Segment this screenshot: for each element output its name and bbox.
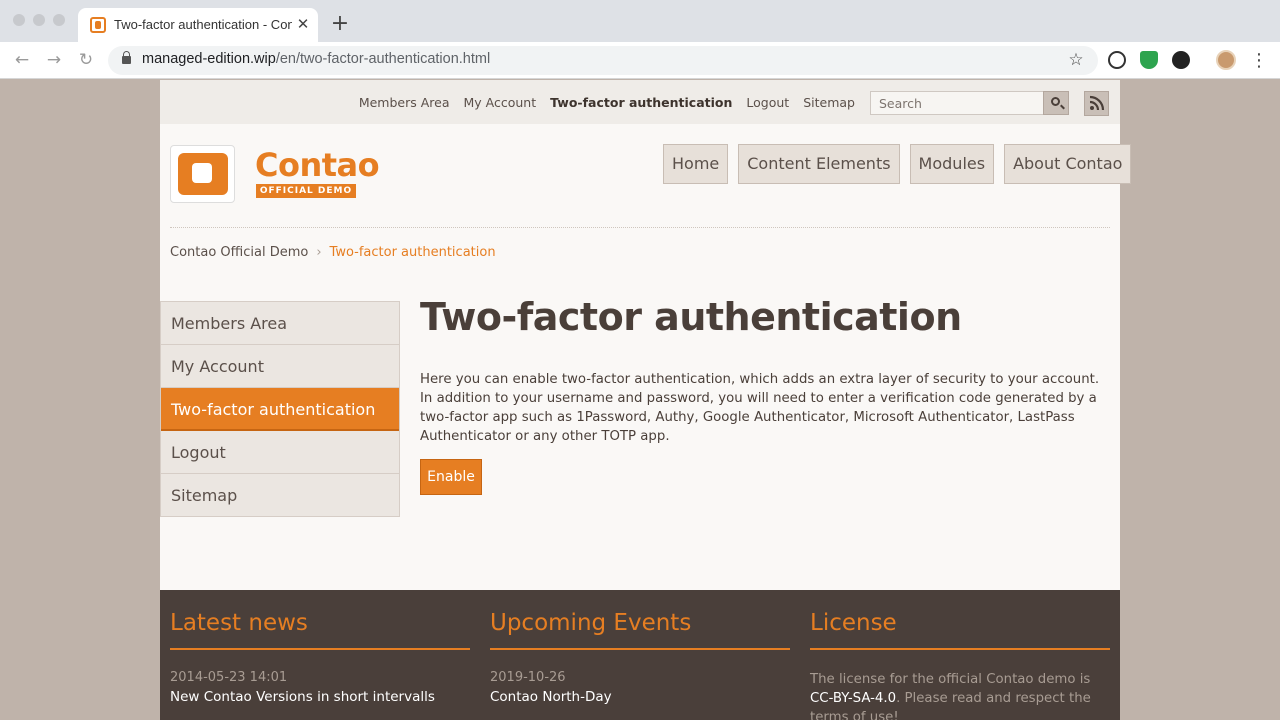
nav-modules[interactable]: Modules <box>909 144 995 184</box>
breadcrumb-current: Two-factor authentication <box>329 245 496 260</box>
top-link-my-account[interactable]: My Account <box>463 95 536 110</box>
browser-tab-bar: Two-factor authentication - Contao Offic… <box>0 0 1280 42</box>
event-title-link[interactable]: Contao North-Day <box>490 689 612 705</box>
url-path: /en/two-factor-authentication.html <box>275 51 491 67</box>
footer: Latest news 2014-05-23 14:01 New Contao … <box>160 590 1120 720</box>
breadcrumb-root[interactable]: Contao Official Demo <box>170 245 308 260</box>
search-icon <box>1051 97 1060 106</box>
description-text: Here you can enable two-factor authentic… <box>420 372 1100 444</box>
breadcrumb: Contao Official Demo › Two-factor authen… <box>170 245 496 260</box>
contao-favicon-icon <box>90 17 106 33</box>
password-manager-extension-icon[interactable] <box>1108 51 1126 69</box>
forward-icon[interactable]: → <box>42 48 66 72</box>
window-close-control[interactable] <box>13 14 25 26</box>
main-navigation: Home Content Elements Modules About Cont… <box>663 144 1132 184</box>
top-links: Members Area My Account Two-factor authe… <box>359 95 855 110</box>
side-navigation: Members Area My Account Two-factor authe… <box>160 301 400 517</box>
bookmark-star-icon[interactable]: ☆ <box>1066 49 1086 71</box>
top-link-members-area[interactable]: Members Area <box>359 95 450 110</box>
url-text[interactable]: managed-edition.wip/en/two-factor-authen… <box>142 51 490 67</box>
sidebar-item-two-factor[interactable]: Two-factor authentication <box>161 388 399 431</box>
browser-menu-icon[interactable]: ⋮ <box>1250 49 1268 73</box>
address-bar[interactable]: managed-edition.wip/en/two-factor-authen… <box>108 46 1098 75</box>
fire-extension-icon[interactable] <box>1172 51 1190 69</box>
lock-icon <box>122 51 131 64</box>
browser-tab[interactable]: Two-factor authentication - Contao Offic… <box>78 8 318 42</box>
top-link-two-factor[interactable]: Two-factor authentication <box>550 95 732 110</box>
footer-news-heading: Latest news <box>170 610 470 650</box>
search-input[interactable] <box>870 91 1044 115</box>
sidebar-item-sitemap[interactable]: Sitemap <box>161 474 399 517</box>
sidebar-item-logout[interactable]: Logout <box>161 431 399 474</box>
window-zoom-control[interactable] <box>53 14 65 26</box>
nav-home[interactable]: Home <box>663 144 729 184</box>
nav-about-contao[interactable]: About Contao <box>1004 144 1132 184</box>
enable-button[interactable]: Enable <box>420 459 482 495</box>
sidebar-item-my-account[interactable]: My Account <box>161 345 399 388</box>
shield-extension-icon[interactable] <box>1140 51 1158 69</box>
page-title: Two-factor authentication <box>420 295 962 339</box>
top-link-sitemap[interactable]: Sitemap <box>803 95 855 110</box>
rss-button[interactable] <box>1084 91 1109 116</box>
license-text: The license for the official Contao demo… <box>810 670 1110 720</box>
license-text-before: The license for the official Contao demo… <box>810 672 1091 687</box>
top-link-logout[interactable]: Logout <box>746 95 789 110</box>
event-date: 2019-10-26 <box>490 670 566 685</box>
rss-icon <box>1089 95 1105 111</box>
logo-subtitle: OFFICIAL DEMO <box>256 184 356 198</box>
license-link[interactable]: CC-BY-SA-4.0 <box>810 691 896 706</box>
back-icon[interactable]: ← <box>10 48 34 72</box>
sidebar-item-members-area[interactable]: Members Area <box>161 302 399 345</box>
new-tab-icon[interactable]: + <box>330 12 350 36</box>
browser-toolbar: ← → ↻ managed-edition.wip/en/two-factor-… <box>0 42 1280 79</box>
window-minimize-control[interactable] <box>33 14 45 26</box>
footer-events-heading: Upcoming Events <box>490 610 790 650</box>
web-page: Members Area My Account Two-factor authe… <box>160 80 1132 590</box>
breadcrumb-separator-icon: › <box>316 245 322 260</box>
news-title-link[interactable]: New Contao Versions in short intervalls <box>170 689 435 705</box>
top-bar: Members Area My Account Two-factor authe… <box>160 80 1120 124</box>
search-button[interactable] <box>1043 91 1069 115</box>
reload-icon[interactable]: ↻ <box>74 48 98 72</box>
logo-name[interactable]: Contao <box>255 146 380 184</box>
tab-close-icon[interactable]: ✕ <box>294 14 312 34</box>
footer-license-heading: License <box>810 610 1110 650</box>
url-host: managed-edition.wip <box>142 51 276 67</box>
logo-emblem[interactable] <box>170 145 235 203</box>
contao-logo-icon <box>178 153 228 195</box>
news-date: 2014-05-23 14:01 <box>170 670 288 685</box>
tab-title: Two-factor authentication - Contao Offic… <box>114 17 292 32</box>
profile-avatar[interactable] <box>1216 50 1236 70</box>
header-divider <box>170 227 1110 228</box>
nav-content-elements[interactable]: Content Elements <box>738 144 900 184</box>
